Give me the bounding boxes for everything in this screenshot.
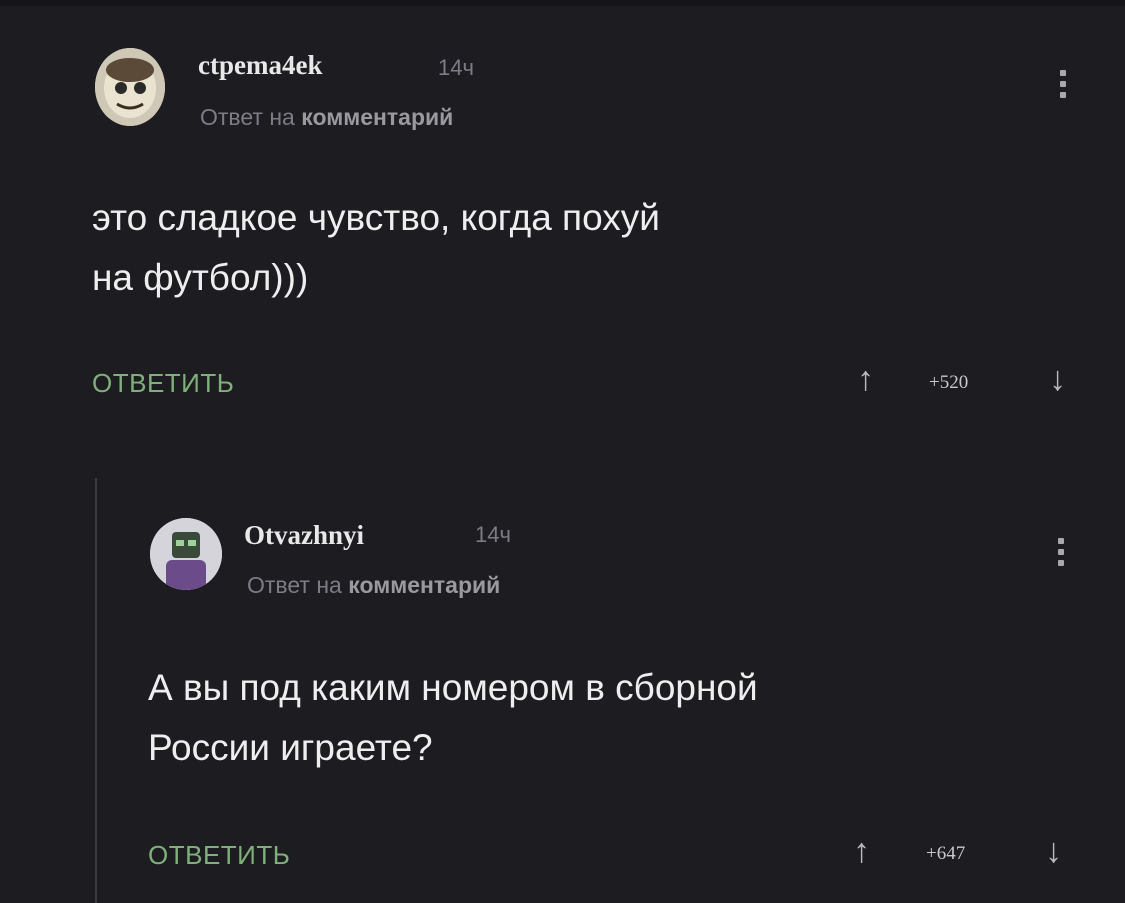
subtitle-link[interactable]: комментарий bbox=[348, 572, 500, 598]
reply-subtitle: Ответ на комментарий bbox=[247, 572, 500, 599]
upvote-icon[interactable]: ↑ bbox=[853, 834, 870, 868]
more-options-icon[interactable] bbox=[1058, 538, 1068, 566]
downvote-icon[interactable]: ↓ bbox=[1045, 834, 1062, 868]
reply-button[interactable]: ОТВЕТИТЬ bbox=[148, 840, 290, 871]
comment-2: Otvazhnyi 14ч Ответ на комментарий А вы … bbox=[0, 0, 1125, 903]
avatar-image bbox=[150, 518, 222, 590]
subtitle-prefix: Ответ на bbox=[247, 572, 342, 598]
avatar[interactable] bbox=[150, 518, 222, 590]
comment-text: А вы под каким номером в сборной России … bbox=[148, 658, 758, 778]
comment-text-line-2: России играете? bbox=[148, 726, 433, 768]
username[interactable]: Otvazhnyi bbox=[244, 520, 364, 551]
timestamp: 14ч bbox=[475, 522, 511, 547]
comment-text-line-1: А вы под каким номером в сборной bbox=[148, 667, 758, 708]
rating: +647 bbox=[926, 843, 966, 864]
